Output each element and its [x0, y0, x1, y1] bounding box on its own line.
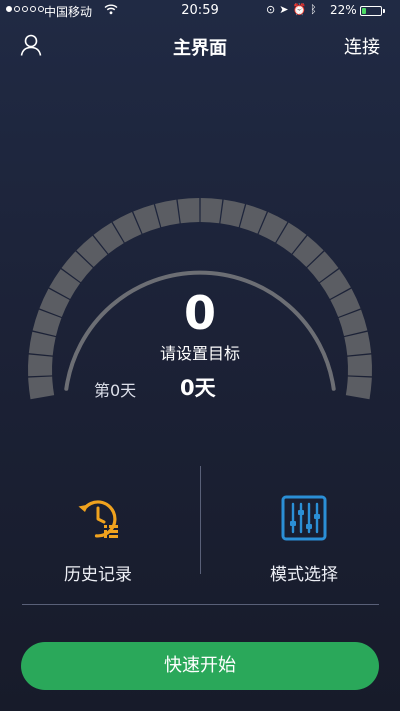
- day-count: 0天: [180, 376, 216, 400]
- page-title: 主界面: [173, 38, 227, 59]
- gauge-segment: [177, 198, 200, 224]
- system-status-icons: ⊙➤⏰ᛒ: [266, 3, 321, 16]
- set-target-prompt[interactable]: 请设置目标: [0, 340, 400, 364]
- battery-level: [362, 8, 366, 14]
- gauge-value: 0: [183, 286, 216, 340]
- gauge-segment: [28, 376, 55, 400]
- bluetooth-icon: ᛒ: [310, 3, 321, 16]
- history-button[interactable]: 历史记录: [8, 490, 188, 590]
- gauge-segment: [345, 376, 372, 400]
- status-bar: 中国移动 20:59 ⊙➤⏰ᛒ 22%: [0, 0, 400, 22]
- day-label: 第0天: [94, 381, 137, 400]
- horizontal-divider: [22, 604, 379, 605]
- history-label: 历史记录: [64, 565, 132, 585]
- location-arrow-icon: ➤: [279, 3, 293, 16]
- connect-button[interactable]: 连接: [344, 33, 380, 59]
- history-clock-icon: [78, 500, 118, 538]
- gauge-segment: [200, 198, 223, 224]
- battery-icon: [360, 6, 382, 16]
- alarm-icon: ⏰: [292, 3, 311, 16]
- battery-tip: [383, 9, 385, 13]
- battery-percent: 22%: [330, 3, 357, 17]
- mode-select-label: 模式选择: [270, 565, 338, 585]
- quick-start-button[interactable]: 快速开始: [21, 642, 379, 690]
- orientation-lock-icon: ⊙: [266, 3, 280, 16]
- vertical-divider: [200, 466, 201, 574]
- mode-select-button[interactable]: 模式选择: [214, 490, 394, 590]
- sliders-icon: [281, 495, 327, 541]
